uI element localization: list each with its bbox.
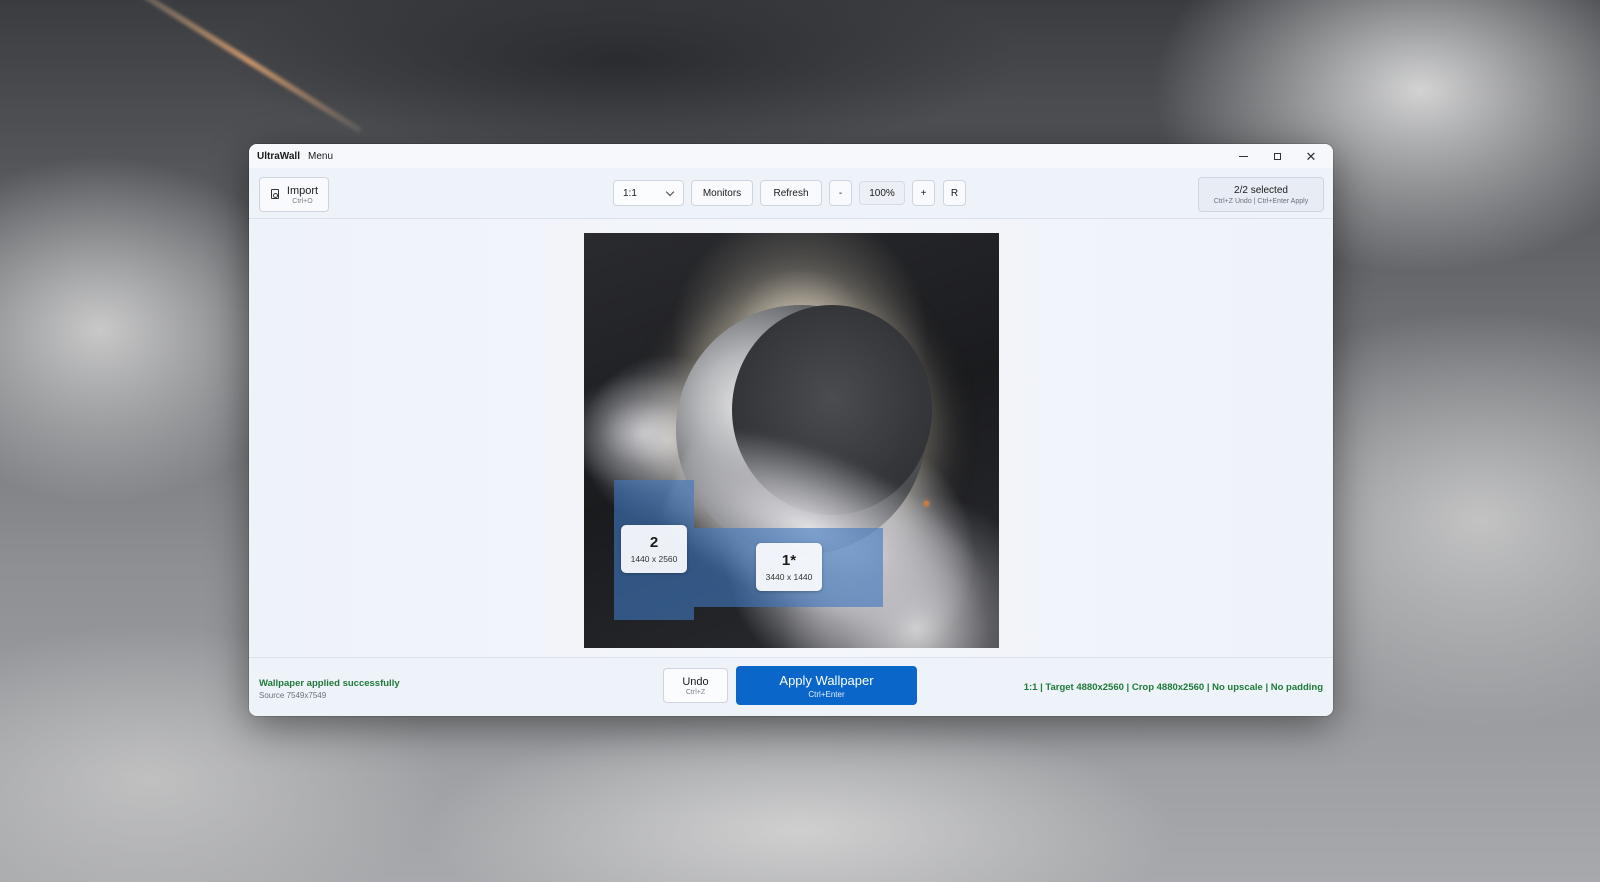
reset-view-button[interactable]: R [943,180,966,206]
selection-hint: Ctrl+Z Undo | Ctrl+Enter Apply [1213,197,1309,205]
selection-count: 2/2 selected [1234,184,1288,196]
monitor-resolution: 3440 x 1440 [765,572,813,582]
apply-label: Apply Wallpaper [779,672,874,688]
title-bar: UltraWall Menu ✕ [249,144,1333,168]
close-button[interactable]: ✕ [1294,144,1328,168]
close-icon: ✕ [1305,148,1317,164]
undo-shortcut: Ctrl+Z [685,688,706,696]
aspect-ratio-select[interactable]: 1:1 [613,180,684,206]
monitors-button[interactable]: Monitors [691,180,753,206]
wallpaper-preview[interactable]: 2 1440 x 2560 1* 3440 x 1440 [584,233,999,648]
zoom-out-button[interactable]: - [829,180,852,206]
source-info: Source 7549x7549 [259,691,327,700]
monitor-id: 1* [781,552,797,569]
monitor-resolution: 1440 x 2560 [630,554,678,564]
minimize-icon [1238,155,1248,157]
refresh-button[interactable]: Refresh [760,180,822,206]
import-button[interactable]: Import Ctrl+O [259,177,329,212]
maximize-icon [1273,152,1281,160]
chevron-down-icon [665,187,675,197]
app-title: UltraWall [257,151,300,162]
crop-summary: 1:1 | Target 4880x2560 | Crop 4880x2560 … [1023,682,1323,693]
import-icon [270,189,281,200]
zoom-level: 100% [859,181,905,205]
undo-button[interactable]: Undo Ctrl+Z [663,668,728,703]
apply-wallpaper-button[interactable]: Apply Wallpaper Ctrl+Enter [736,666,917,705]
maximize-button[interactable] [1260,144,1294,168]
selection-status[interactable]: 2/2 selected Ctrl+Z Undo | Ctrl+Enter Ap… [1198,177,1324,212]
footer-bar: Wallpaper applied successfully Source 75… [249,657,1333,716]
monitor-1-badge[interactable]: 1* 3440 x 1440 [756,543,822,591]
app-window: UltraWall Menu ✕ Import Ctrl+O 1:1 Monit… [249,144,1333,716]
minimize-button[interactable] [1226,144,1260,168]
status-message: Wallpaper applied successfully [259,678,400,689]
undo-label: Undo [682,675,709,688]
background-streak [138,0,363,134]
import-shortcut: Ctrl+O [292,197,313,205]
aspect-ratio-value: 1:1 [623,187,637,199]
apply-shortcut: Ctrl+Enter [808,689,845,699]
monitor-id: 2 [649,534,659,551]
menu-button[interactable]: Menu [308,151,333,162]
star [924,501,929,506]
monitor-2-badge[interactable]: 2 1440 x 2560 [621,525,687,573]
import-label: Import [286,184,319,197]
zoom-in-button[interactable]: + [912,180,935,206]
